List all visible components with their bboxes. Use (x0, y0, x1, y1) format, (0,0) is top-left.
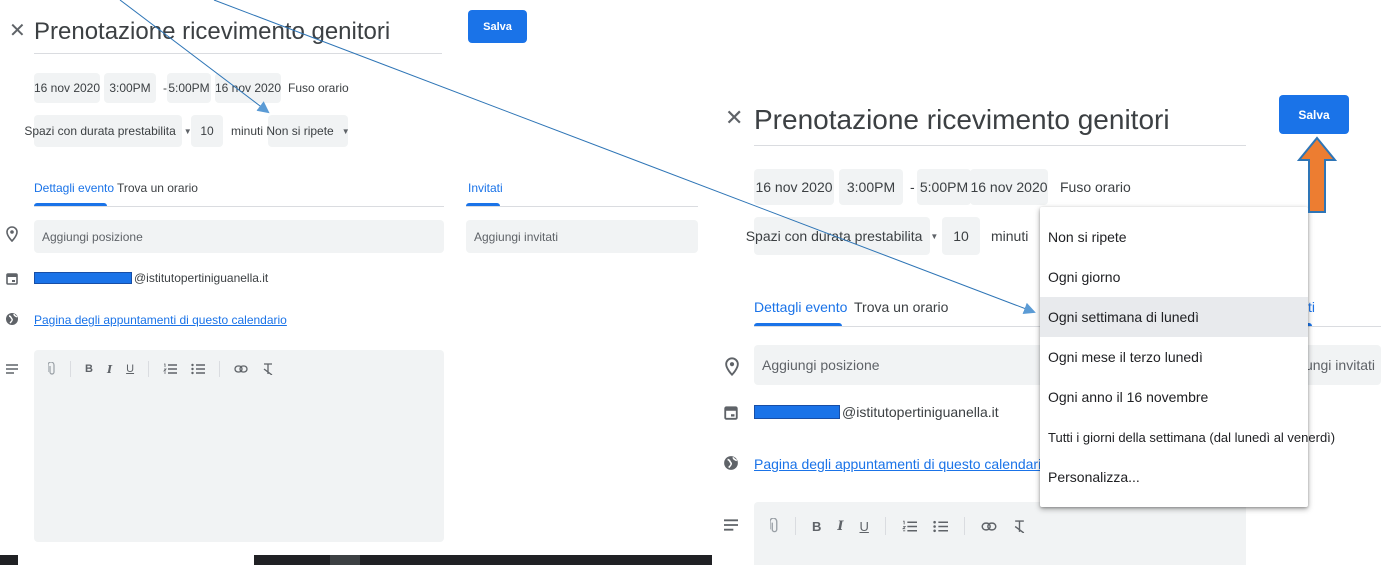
annotation-arrow-to-repeat (119, 0, 270, 114)
annotation-arrow-to-menu (213, 0, 1036, 315)
arrow-annotations (119, 0, 1036, 315)
